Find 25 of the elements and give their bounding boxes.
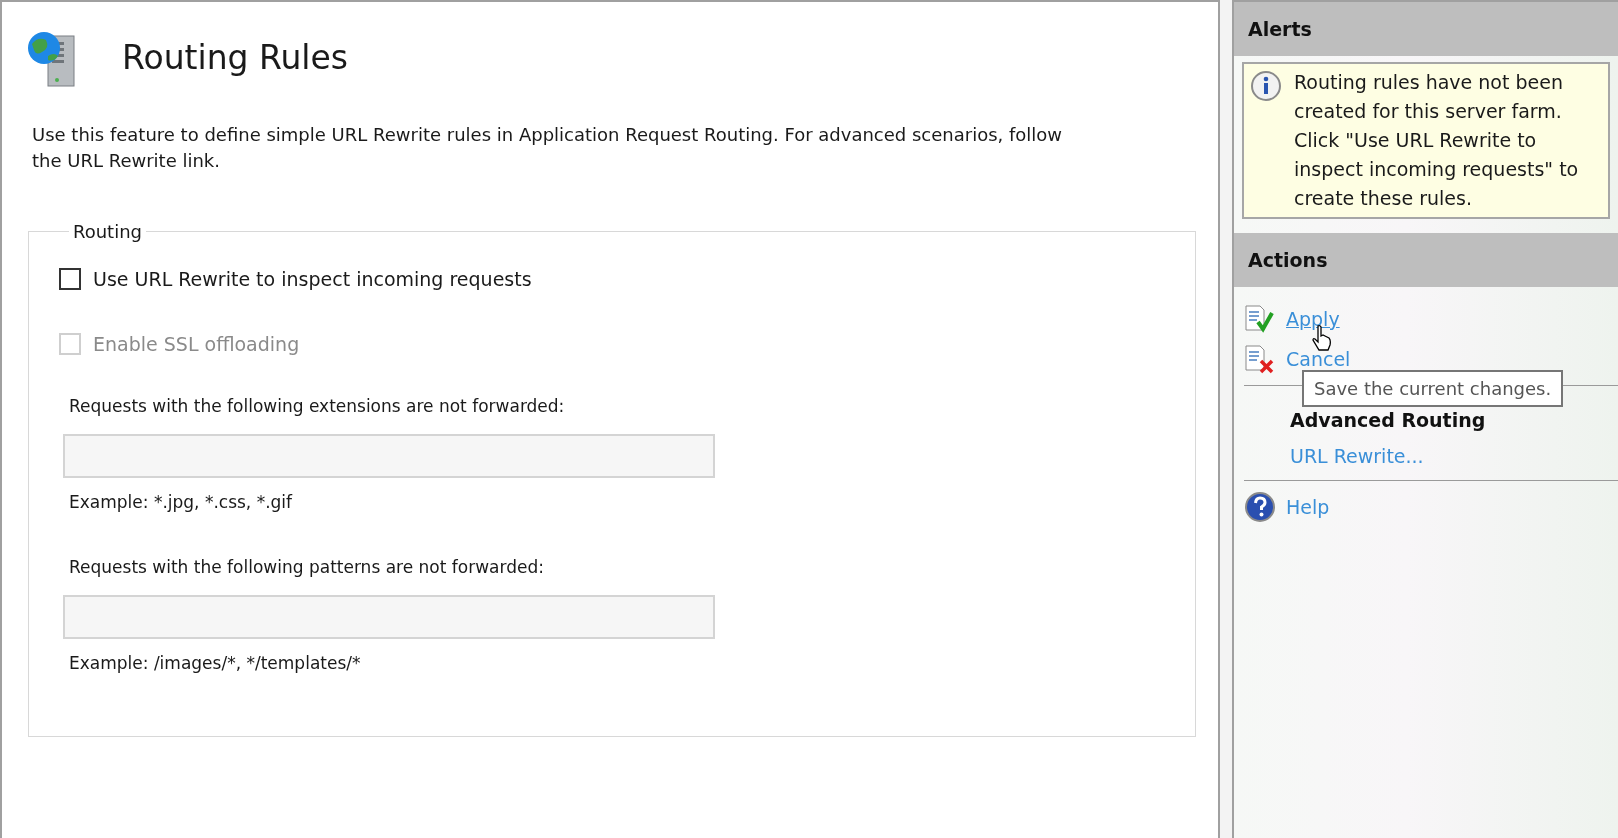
action-link[interactable]: URL Rewrite... [1290,441,1424,471]
page-title: Routing Rules [122,37,349,80]
group-label: Routing [72,220,143,244]
document-check-icon [1244,304,1276,334]
document-x-icon [1244,344,1276,374]
splitter-bar[interactable] [1220,0,1232,838]
tooltip: Save the current changes. [1302,370,1564,407]
field-label: Requests with the following extensions are not forwarded: [69,395,566,418]
info-icon [1250,70,1282,102]
checkbox-label: Use URL Rewrite to inspect incoming requests [93,267,532,292]
alert-message: Routing rules have not been created for this server farm. Click "Use URL Rewrite to inspect incoming requests" to create these rules. [1294,70,1580,211]
example-text: Example: *.jpg, *.css, *.gif [69,490,294,514]
action-link[interactable]: Apply [1286,304,1340,334]
section-title: Actions [1248,247,1328,273]
checkbox-label: Enable SSL offloading [93,331,300,357]
group-heading: Advanced Routing [1289,407,1487,433]
description-text: Use this feature to define simple URL Rewrite rules in Application Request Routing. For advanced scenarios, follow the URL Rewrite link. [32,123,1064,173]
text-field[interactable] [63,594,715,639]
section-title: Alerts [1248,16,1312,42]
example-text: Example: /images/*, */templates/* [69,651,362,675]
action-link[interactable]: Help [1286,492,1330,522]
checkbox[interactable] [59,268,81,291]
text-field[interactable] [63,433,715,478]
field-label: Requests with the following patterns are not forwarded: [69,556,545,579]
help-icon [1244,491,1276,523]
